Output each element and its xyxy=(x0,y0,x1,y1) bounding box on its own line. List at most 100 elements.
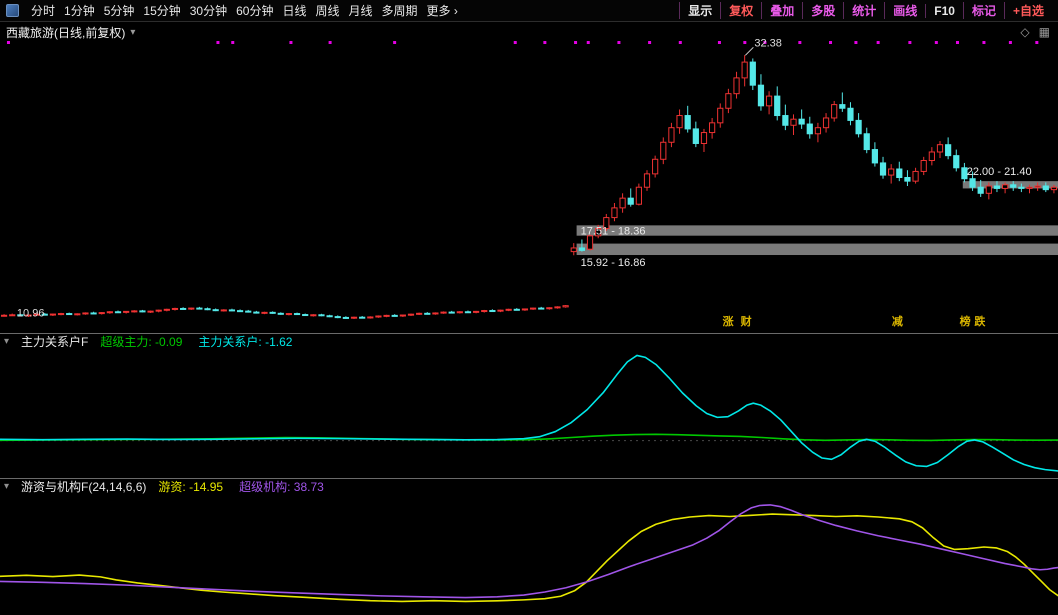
candle-body xyxy=(335,317,340,318)
collapse-chevron-icon[interactable]: ▾ xyxy=(4,482,9,492)
event-label: 减 xyxy=(892,314,903,328)
candle-body xyxy=(799,119,804,124)
main-candlestick-panel[interactable]: 西藏旅游(日线,前复权) ▾ ◇ ▦ 17.51 - 18.3615.92 - … xyxy=(0,22,1058,333)
candle-body xyxy=(205,309,210,310)
menu-item-30分钟[interactable]: 30分钟 xyxy=(190,2,227,19)
candle-body xyxy=(172,308,177,309)
candle-body xyxy=(897,169,902,178)
panel2-canvas[interactable] xyxy=(0,349,1058,478)
candle-body xyxy=(653,159,658,174)
signal-dot xyxy=(617,41,620,44)
stock-title: 西藏旅游(日线,前复权) xyxy=(6,24,125,41)
candle-body xyxy=(880,163,885,175)
menu-item-多周期[interactable]: 多周期 xyxy=(382,2,418,19)
signal-dot xyxy=(7,41,10,44)
candle-body xyxy=(229,310,234,311)
menu-item-15分钟[interactable]: 15分钟 xyxy=(143,2,180,19)
candle-body xyxy=(311,315,316,316)
candle-body xyxy=(181,308,186,309)
candle-body xyxy=(384,315,389,316)
signal-dot xyxy=(1035,41,1038,44)
menu-item-统计[interactable]: 统计 xyxy=(843,2,884,19)
panel3-canvas[interactable] xyxy=(0,494,1058,615)
menu-item-显示[interactable]: 显示 xyxy=(679,2,720,19)
candle-body xyxy=(490,311,495,312)
menu-item-日线[interactable]: 日线 xyxy=(282,2,306,19)
signal-dot xyxy=(956,41,959,44)
candle-body xyxy=(701,133,706,144)
menu-item-分时[interactable]: 分时 xyxy=(31,2,55,19)
candle-body xyxy=(286,314,291,315)
indicator-panel-zhuli[interactable]: ▾ 主力关系户F 超级主力: -0.09 主力关系户: -1.62 xyxy=(0,333,1058,478)
event-label: 财 xyxy=(740,314,752,328)
candle-body xyxy=(750,62,755,85)
menu-item-60分钟[interactable]: 60分钟 xyxy=(236,2,273,19)
indicator-value-主力关系户: 主力关系户: -1.62 xyxy=(198,333,292,350)
menu-item-更多 ›[interactable]: 更多 › xyxy=(427,2,458,19)
signal-dot xyxy=(877,41,880,44)
candle-body xyxy=(587,236,592,249)
signal-dot xyxy=(798,41,801,44)
menu-item-5分钟[interactable]: 5分钟 xyxy=(104,2,135,19)
candle-body xyxy=(807,124,812,134)
menu-item-复权[interactable]: 复权 xyxy=(720,2,761,19)
menu-item-1分钟[interactable]: 1分钟 xyxy=(64,2,95,19)
menu-item-F10[interactable]: F10 xyxy=(925,4,963,18)
layout-tool-icon[interactable]: ▦ xyxy=(1039,25,1050,39)
candle-body xyxy=(433,313,438,314)
panel3-values: 游资: -14.95超级机构: 38.73 xyxy=(158,478,323,495)
candle-body xyxy=(115,312,120,313)
candle-body xyxy=(970,179,975,188)
price-annotation: 32.38 xyxy=(754,37,782,49)
indicator-value-超级主力: 超级主力: -0.09 xyxy=(100,333,182,350)
menu-item-周线[interactable]: 周线 xyxy=(315,2,339,19)
indicator-panel-youzi[interactable]: ▾ 游资与机构F(24,14,6,6) 游资: -14.95超级机构: 38.7… xyxy=(0,478,1058,615)
candle-body xyxy=(758,85,763,106)
candle-body xyxy=(473,311,478,312)
menu-item-叠加[interactable]: 叠加 xyxy=(761,2,802,19)
menu-item-+自选[interactable]: +自选 xyxy=(1004,2,1052,19)
candle-body xyxy=(937,145,942,152)
candle-body xyxy=(417,313,422,314)
signal-dot xyxy=(829,41,832,44)
candle-body xyxy=(1011,185,1016,187)
event-label: 跌 xyxy=(974,314,986,328)
signal-dot xyxy=(854,41,857,44)
menu-item-月线[interactable]: 月线 xyxy=(349,2,373,19)
main-chart-canvas[interactable]: 17.51 - 18.3615.92 - 16.8622.00 - 21.403… xyxy=(0,22,1058,333)
candle-body xyxy=(465,312,470,313)
panel2-header: ▾ 主力关系户F 超级主力: -0.09 主力关系户: -1.62 xyxy=(0,333,1058,349)
candle-body xyxy=(10,315,15,316)
candle-body xyxy=(710,123,715,133)
candle-body xyxy=(978,187,983,193)
candle-body xyxy=(864,134,869,150)
collapse-chevron-icon[interactable]: ▾ xyxy=(4,337,9,347)
candle-body xyxy=(872,150,877,163)
menu-item-多股[interactable]: 多股 xyxy=(802,2,843,19)
panel3-title[interactable]: 游资与机构F(24,14,6,6) xyxy=(21,478,146,495)
candle-body xyxy=(457,312,462,313)
candle-body xyxy=(832,105,837,118)
candle-body xyxy=(539,308,544,309)
candle-body xyxy=(449,312,454,313)
candle-body xyxy=(75,314,80,315)
candle-body xyxy=(644,174,649,187)
candle-body xyxy=(734,78,739,94)
candle-body xyxy=(132,311,137,312)
menu-item-标记[interactable]: 标记 xyxy=(963,2,1004,19)
signal-dot xyxy=(216,41,219,44)
menu-item-画线[interactable]: 画线 xyxy=(884,2,925,19)
candle-body xyxy=(514,309,519,310)
candle-body xyxy=(905,178,910,182)
candle-body xyxy=(547,308,552,309)
title-dropdown-icon[interactable]: ▾ xyxy=(130,27,135,38)
candle-body xyxy=(628,198,633,204)
candle-body xyxy=(107,312,112,313)
candle-body xyxy=(848,108,853,120)
marker-tool-icon[interactable]: ◇ xyxy=(1020,25,1029,39)
candle-body xyxy=(677,116,682,128)
candle-body xyxy=(856,120,861,133)
panel2-title[interactable]: 主力关系户F xyxy=(21,333,88,350)
candle-body xyxy=(742,62,747,78)
app-logo-icon[interactable] xyxy=(6,4,19,17)
